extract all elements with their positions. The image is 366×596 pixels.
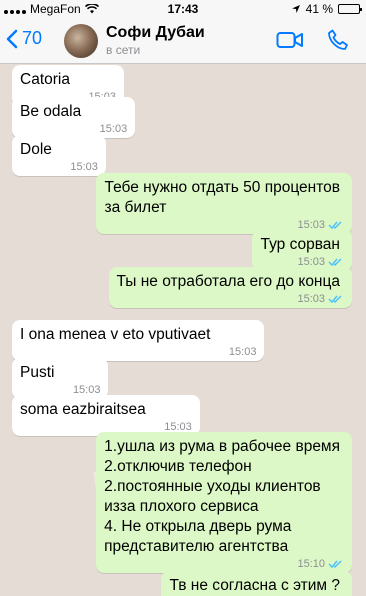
- read-receipt-icon: [328, 295, 342, 304]
- read-receipt-icon: [328, 221, 342, 230]
- outgoing-message[interactable]: Тур сорван 15:03: [252, 230, 352, 271]
- message-text: Dole: [20, 141, 52, 158]
- back-button[interactable]: 70: [6, 28, 42, 49]
- incoming-message[interactable]: Be odala 15:03: [12, 97, 136, 138]
- incoming-message[interactable]: Pusti 15:03: [12, 358, 109, 399]
- message-text: Тебе нужно отдать 50 процентов за билет: [104, 179, 340, 216]
- message-text: Catoria: [20, 71, 70, 88]
- message-meta: 15:03: [70, 161, 98, 173]
- message-time: 15:10: [297, 558, 325, 570]
- message-text: Be odala: [20, 103, 82, 120]
- outgoing-message[interactable]: Тв не согласна с этим ?17:14: [161, 571, 352, 596]
- outgoing-message[interactable]: Ты не отработала его до конца 15:03: [108, 267, 352, 308]
- message-meta: 15:03: [297, 293, 344, 305]
- battery-icon: [338, 4, 362, 14]
- message-meta: 15:03: [100, 123, 128, 135]
- message-text: Ты не отработала его до конца: [116, 273, 340, 290]
- chat-header: 70 Софи Дубаи в сети: [0, 18, 366, 64]
- message-time: 15:03: [297, 293, 325, 305]
- message-meta: 15:10: [297, 558, 344, 570]
- video-call-icon[interactable]: [276, 30, 304, 50]
- avatar[interactable]: [64, 24, 98, 58]
- message-text: I ona menea v eto vputivaet: [20, 326, 211, 343]
- read-receipt-icon: [328, 258, 342, 267]
- message-text: 1.ушла из рума в рабочее время 2.отключи…: [104, 438, 340, 555]
- incoming-message[interactable]: Dole 15:03: [12, 135, 106, 176]
- contact-status: в сети: [106, 43, 141, 57]
- message-text: Тур сорван: [260, 236, 340, 253]
- message-text: Pusti: [20, 364, 55, 381]
- incoming-message[interactable]: soma eazbiraitsea 15:03: [12, 395, 200, 436]
- contact-name: Софи Дубаи: [106, 24, 205, 41]
- status-bar: MegaFon 17:43 41 %: [0, 0, 366, 18]
- message-text: Тв не согласна с этим ?: [169, 577, 340, 594]
- message-time: 15:03: [99, 123, 128, 135]
- contact-info[interactable]: Софи Дубаи в сети: [106, 24, 205, 57]
- battery-percent: 41 %: [305, 2, 333, 16]
- unread-count: 70: [22, 28, 43, 48]
- message-list[interactable]: ryadom.p Catoria15:03Be odala15:03Dole15…: [0, 64, 366, 596]
- outgoing-message[interactable]: Тебе нужно отдать 50 процентов за билет 1…: [96, 173, 352, 234]
- outgoing-message[interactable]: 1.ушла из рума в рабочее время 2.отключи…: [96, 432, 352, 573]
- message-time: 15:03: [70, 161, 98, 173]
- message-meta: 15:03: [229, 346, 257, 358]
- phone-call-icon[interactable]: [326, 28, 350, 52]
- incoming-message[interactable]: I ona menea v eto vputivaet 15:03: [12, 320, 265, 361]
- read-receipt-icon: [328, 560, 342, 569]
- location-arrow-icon: [291, 5, 300, 13]
- message-time: 15:03: [228, 346, 257, 358]
- chevron-left-icon: [6, 29, 18, 48]
- message-text: soma eazbiraitsea: [20, 401, 146, 418]
